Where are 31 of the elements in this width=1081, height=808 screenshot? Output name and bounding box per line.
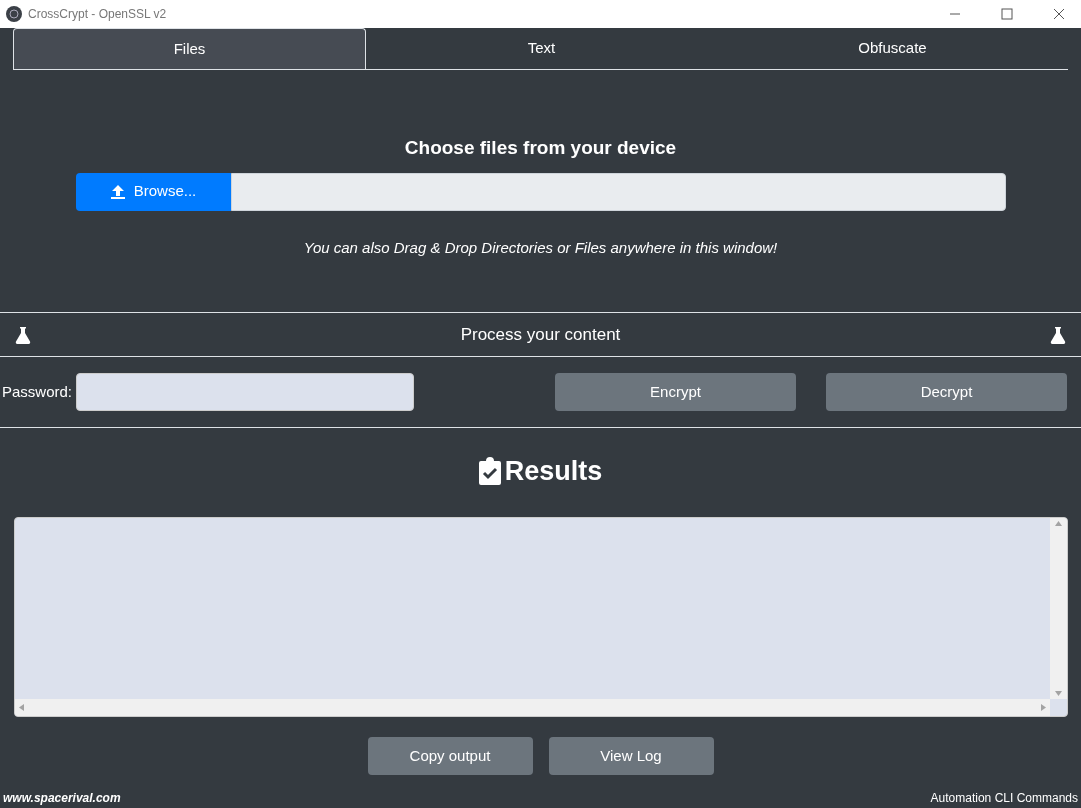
flask-icon [15, 325, 31, 344]
scroll-down-icon [1054, 691, 1062, 696]
upload-icon [109, 183, 126, 200]
section-heading: Choose files from your device [404, 136, 677, 160]
file-path-field[interactable] [230, 172, 1006, 211]
encrypt-button[interactable]: Encrypt [555, 373, 796, 411]
password-label: Password: [2, 381, 73, 402]
drag-drop-hint: You can also Drag & Drop Directories or Files anywhere in this window! [303, 237, 778, 258]
scroll-left-icon [18, 704, 24, 711]
results-heading: Results [504, 454, 603, 488]
section-heading: Process your content [460, 323, 621, 346]
tab[interactable]: Text [366, 28, 717, 69]
decrypt-button[interactable]: Decrypt [826, 373, 1067, 411]
clipboard-check-icon [478, 457, 501, 485]
copy-output-button[interactable]: Copy output [367, 737, 533, 775]
browse-button[interactable]: Browse... [75, 172, 231, 211]
tab[interactable]: Files [13, 28, 366, 69]
window-title: CrossCrypt - OpenSSL v2 [28, 6, 167, 23]
maximize-icon[interactable] [1001, 8, 1013, 20]
password-field[interactable] [76, 373, 415, 411]
close-icon[interactable] [1053, 8, 1065, 20]
website-link[interactable]: www.spacerival.com [3, 789, 121, 807]
scroll-up-icon [1054, 521, 1062, 526]
view-log-button[interactable]: View Log [548, 737, 714, 775]
flask-icon [1050, 325, 1066, 344]
cli-commands-link[interactable]: Automation CLI Commands [930, 789, 1078, 807]
app-logo-icon [6, 6, 22, 22]
horizontal-scrollbar[interactable] [14, 699, 1050, 716]
tab[interactable]: Obfuscate [717, 28, 1068, 69]
scroll-right-icon [1040, 704, 1046, 711]
vertical-scrollbar[interactable] [1049, 518, 1067, 699]
